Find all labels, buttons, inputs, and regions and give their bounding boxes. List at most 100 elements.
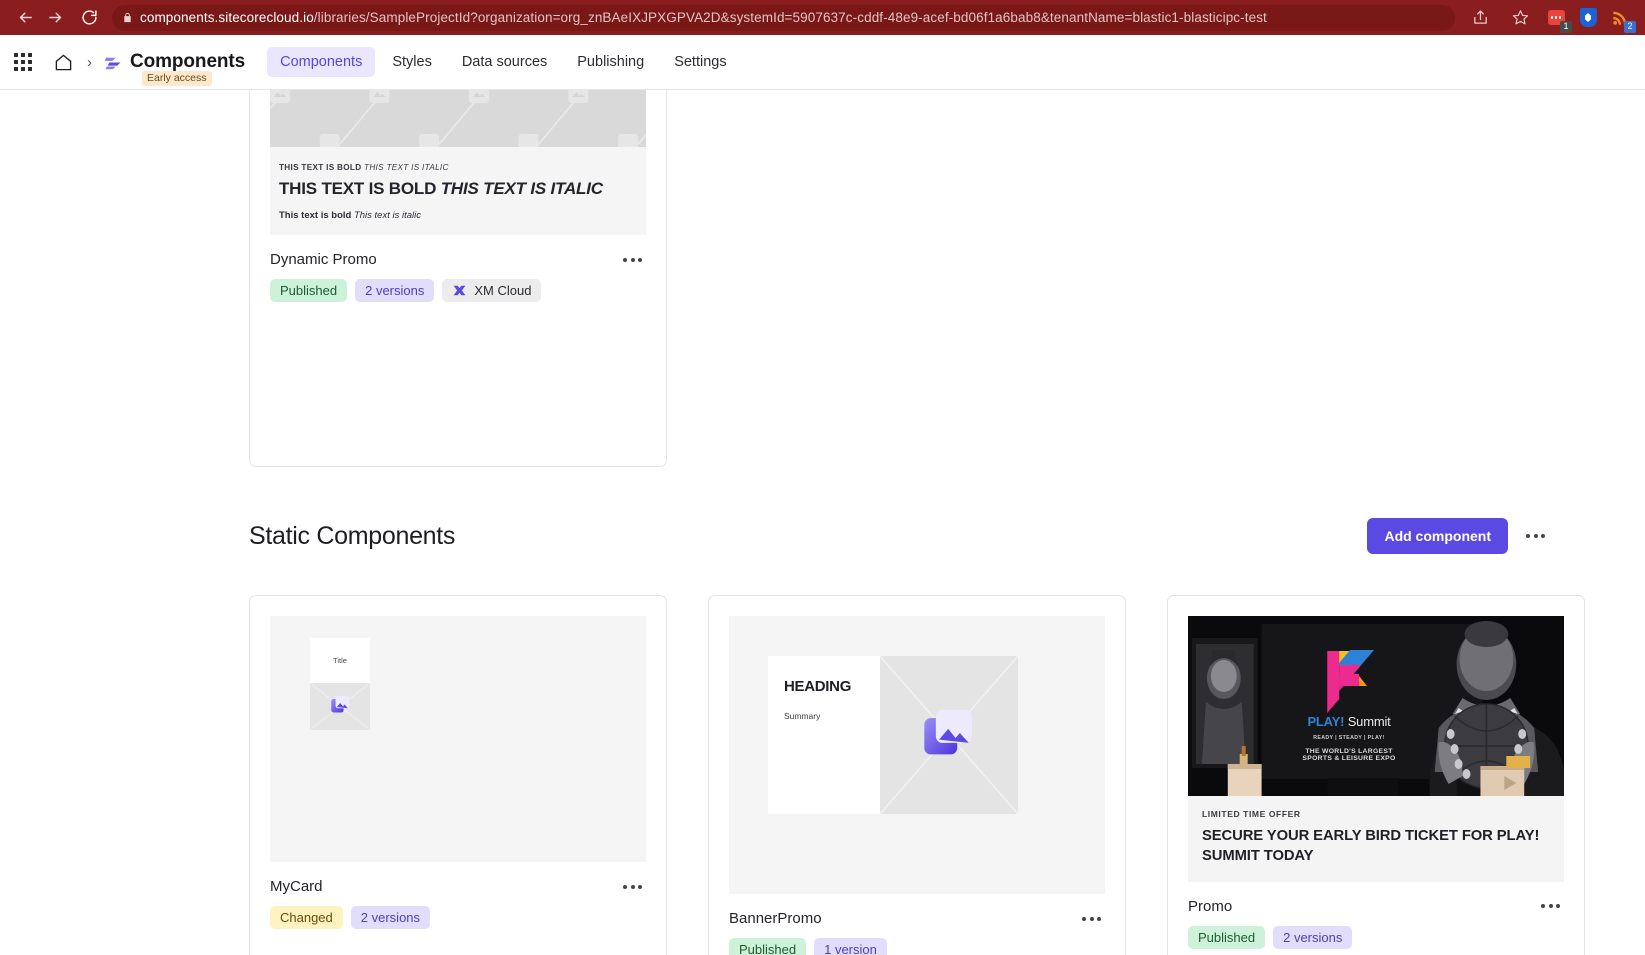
add-component-button[interactable]: Add component — [1367, 518, 1508, 554]
mycard-mock: Title — [310, 638, 370, 730]
component-preview: THIS TEXT IS BOLD THIS TEXT IS ITALIC TH… — [270, 90, 646, 235]
card-preview-body: PLAY! Summit READY | STEADY | PLAY! THE … — [1168, 596, 1584, 882]
rss-extension-icon[interactable]: 2 — [1609, 7, 1636, 33]
extension-badge-count: 2 — [1624, 20, 1636, 33]
component-preview: PLAY! Summit READY | STEADY | PLAY! THE … — [1188, 616, 1564, 882]
card-meta: BannerPromo Published 1 version — [709, 894, 1125, 955]
promo-photo-text: PLAY! Summit READY | STEADY | PLAY! THE … — [1274, 714, 1424, 762]
xm-cloud-badge: XM Cloud — [442, 279, 542, 302]
section-header-static-components: Static Components Add component — [249, 518, 1549, 554]
card-meta: Dynamic Promo Published 2 versions XM Cl… — [250, 235, 666, 318]
card-title-row: MyCard — [270, 862, 646, 895]
bookmark-star-icon[interactable] — [1505, 3, 1535, 33]
component-name: Promo — [1188, 897, 1233, 915]
tab-publishing[interactable]: Publishing — [564, 47, 657, 77]
share-icon[interactable] — [1465, 3, 1495, 33]
component-name: MyCard — [270, 878, 323, 895]
url-text: components.sitecorecloud.io/libraries/Sa… — [140, 10, 1267, 25]
sitecore-components-logo-icon — [103, 53, 122, 72]
section-actions: Add component — [1367, 518, 1549, 554]
status-badge: Published — [1188, 925, 1266, 949]
placeholder-image-tile — [270, 90, 646, 147]
promo-sub-2: SPORTS & LEISURE EXPO — [1302, 755, 1396, 762]
component-card-mycard[interactable]: Title MyCard Changed 2 versions — [249, 595, 667, 955]
card-preview-body: Title — [250, 596, 666, 862]
promo-eyebrow: LIMITED TIME OFFER — [1202, 809, 1301, 819]
extension-red-icon[interactable]: 1 — [1545, 7, 1572, 33]
main-content-area: THIS TEXT IS BOLD THIS TEXT IS ITALIC TH… — [0, 90, 1645, 955]
preview-text-block: THIS TEXT IS BOLD THIS TEXT IS ITALIC TH… — [270, 147, 646, 235]
preview-line-1-italic: THIS TEXT IS ITALIC — [364, 163, 449, 172]
browser-toolbar: components.sitecorecloud.io/libraries/Sa… — [0, 0, 1645, 35]
preview-line-3: This text is bold This text is italic — [279, 210, 637, 221]
preview-line-3-bold: This text is bold — [279, 210, 352, 221]
image-placeholder-icon — [330, 694, 351, 720]
bannerpromo-text-panel: HEADING Summary — [768, 656, 880, 814]
versions-badge: 2 versions — [1273, 925, 1353, 949]
tab-components[interactable]: Components — [267, 47, 376, 77]
extension-badge-count: 1 — [1560, 20, 1572, 33]
component-name: Dynamic Promo — [270, 251, 377, 268]
shield-extension-icon[interactable] — [1577, 7, 1599, 29]
app-launcher-icon[interactable] — [14, 53, 32, 71]
card-title-row: Promo — [1188, 882, 1564, 915]
card-title-row: BannerPromo — [729, 894, 1105, 927]
card-meta: Promo Published 2 versions — [1168, 882, 1584, 955]
browser-actions: 1 2 — [1465, 3, 1636, 33]
component-card-promo[interactable]: PLAY! Summit READY | STEADY | PLAY! THE … — [1167, 595, 1585, 955]
reload-button[interactable] — [74, 3, 104, 33]
bannerpromo-heading: HEADING — [784, 678, 852, 695]
section-more-options-icon[interactable] — [1522, 528, 1549, 544]
xm-cloud-icon — [452, 284, 467, 297]
status-badge: Published — [270, 279, 348, 302]
versions-badge: 1 version — [814, 938, 887, 955]
component-name: BannerPromo — [729, 910, 822, 927]
card-preview-body: THIS TEXT IS BOLD THIS TEXT IS ITALIC TH… — [250, 90, 666, 235]
more-options-icon[interactable] — [1078, 911, 1105, 927]
card-badges: Published 1 version — [729, 938, 1105, 955]
card-badges: Published 2 versions — [1188, 925, 1564, 949]
lock-icon — [122, 11, 133, 24]
url-host: components.sitecorecloud.io — [140, 10, 314, 25]
mycard-image-placeholder — [310, 683, 370, 730]
section-title: Static Components — [249, 521, 456, 550]
early-access-badge: Early access — [142, 71, 212, 86]
versions-badge: 2 versions — [350, 906, 431, 929]
back-button[interactable] — [10, 3, 40, 33]
preview-line-1: THIS TEXT IS BOLD THIS TEXT IS ITALIC — [279, 163, 637, 172]
more-options-icon[interactable] — [619, 879, 646, 895]
bannerpromo-mock: HEADING Summary — [768, 656, 1018, 814]
component-preview: Title — [270, 616, 646, 862]
card-badges: Changed 2 versions — [270, 906, 646, 929]
more-options-icon[interactable] — [1537, 898, 1564, 914]
home-icon[interactable] — [54, 53, 73, 72]
promo-caption: LIMITED TIME OFFER SECURE YOUR EARLY BIR… — [1188, 796, 1564, 882]
status-badge: Changed — [270, 906, 343, 929]
tab-settings[interactable]: Settings — [661, 47, 739, 77]
card-title-row: Dynamic Promo — [270, 235, 646, 268]
url-path: /libraries/SampleProjectId?organization=… — [313, 10, 1267, 25]
more-options-icon[interactable] — [619, 252, 646, 268]
promo-photo: PLAY! Summit READY | STEADY | PLAY! THE … — [1188, 616, 1564, 796]
bannerpromo-summary: Summary — [784, 711, 821, 721]
promo-tagline: READY | STEADY | PLAY! — [1313, 735, 1385, 741]
address-bar[interactable]: components.sitecorecloud.io/libraries/Sa… — [112, 4, 1455, 31]
mycard-title-text: Title — [310, 638, 370, 683]
component-preview: HEADING Summary — [729, 616, 1105, 894]
promo-title: SECURE YOUR EARLY BIRD TICKET FOR PLAY! … — [1202, 828, 1540, 864]
component-card-bannerpromo[interactable]: HEADING Summary BannerPromo Published 1 … — [708, 595, 1126, 955]
promo-logo-play: PLAY! — [1307, 714, 1345, 729]
promo-logo-summit: Summit — [1347, 714, 1391, 729]
xm-cloud-label: XM Cloud — [474, 283, 532, 298]
tab-styles[interactable]: Styles — [379, 47, 445, 77]
component-card-dynamic-promo[interactable]: THIS TEXT IS BOLD THIS TEXT IS ITALIC TH… — [249, 90, 667, 467]
promo-sub-1: THE WORLD'S LARGEST — [1305, 748, 1393, 755]
tab-data-sources[interactable]: Data sources — [449, 47, 560, 77]
preview-line-2-bold: THIS TEXT IS BOLD — [279, 179, 437, 198]
card-badges: Published 2 versions XM Cloud — [270, 279, 646, 302]
bannerpromo-image-placeholder — [880, 656, 1018, 814]
forward-button[interactable] — [40, 3, 70, 33]
image-placeholder-icon — [921, 705, 977, 766]
preview-line-1-bold: THIS TEXT IS BOLD — [279, 163, 362, 172]
brand-area: Components Early access — [130, 51, 245, 86]
